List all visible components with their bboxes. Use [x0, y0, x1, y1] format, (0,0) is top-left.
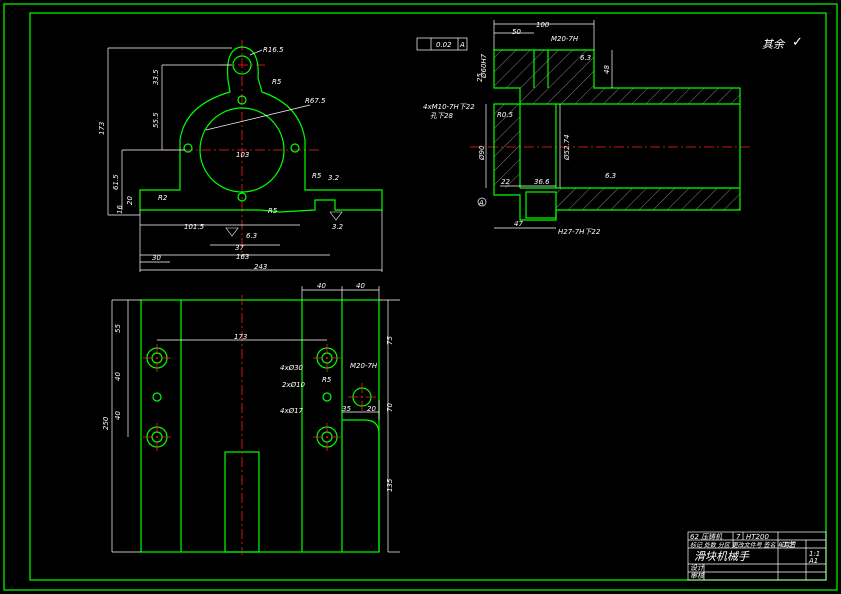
dim-243: 243 [254, 263, 267, 271]
dim-r5: R5 [322, 376, 332, 384]
title-checker: 审核 [690, 572, 705, 580]
dim-m10: 4xM10-7H下22 [423, 103, 475, 111]
dim-40: 40 [317, 282, 326, 290]
dim-173: 173 [234, 333, 247, 341]
dim-40: 40 [114, 372, 122, 381]
roughness-6-3: 6.3 [246, 232, 257, 240]
roughness-note-icon: ✓ [792, 35, 803, 50]
roughness-6-3: 6.3 [580, 54, 591, 62]
dim-r675: R67.5 [305, 97, 326, 105]
dim-h27: H27-7H下22 [558, 228, 601, 236]
dim-55-5: 55.5 [152, 112, 160, 128]
dim-61-5: 61.5 [112, 174, 120, 190]
dim-phi52-74: Ø52.74 [563, 134, 571, 161]
dim-250: 250 [102, 416, 110, 430]
dim-48: 48 [603, 65, 611, 74]
roughness-symbol [329, 211, 343, 221]
dim-37: 37 [235, 244, 244, 252]
dim-r5: R5 [312, 172, 322, 180]
small-hole-left [183, 143, 193, 153]
dim-101-5: 101.5 [184, 223, 205, 231]
dim-phi90: Ø90 [478, 145, 486, 161]
hole-ø10 [322, 392, 332, 402]
dim-103: 103 [236, 151, 249, 159]
dim-phi60: Ø60H7 [480, 53, 488, 79]
dim-55: 55 [114, 324, 122, 333]
dim-20: 20 [126, 196, 134, 205]
dim-135: 135 [386, 478, 394, 492]
dim-173: 173 [98, 122, 106, 135]
datum-label: A [478, 199, 484, 207]
roughness-6-3: 6.3 [605, 172, 616, 180]
title-designer: 设计 [690, 564, 705, 572]
dim-33-5: 33.5 [152, 69, 160, 85]
hole-callout-ø17: 4xØ17 [280, 407, 304, 415]
roughness-3-2: 3.2 [332, 223, 344, 231]
dim-r2: R2 [158, 194, 168, 202]
tolerance-value: 0.02 [436, 41, 452, 49]
dim-40: 40 [114, 411, 122, 420]
dim-16: 16 [116, 205, 124, 214]
tolerance-datum: A [459, 41, 465, 49]
small-hole-right [290, 143, 300, 153]
dim-r16: R16.5 [263, 46, 284, 54]
dim-36-6: 36.6 [534, 178, 550, 186]
dim-m20: M20-7H [350, 362, 378, 370]
title-block: 62 压铸机 7 HT200 标记 处数 分区 更改文件号 签名 年月日 滑块机… [687, 531, 827, 581]
roughness-symbol [225, 227, 239, 237]
title-part-name: 滑块机械手 [694, 550, 750, 563]
title-sheet: A1 [808, 557, 818, 565]
section-view: 100 50 M20-7H 48 25 4xM10-7H下22 孔下28 R0.… [416, 20, 750, 236]
dim-r5: R5 [268, 207, 278, 215]
dim-35: 35 [342, 405, 351, 413]
plate-outline [140, 299, 380, 553]
roughness-note: 其余 [762, 38, 786, 51]
roughness-3-2: 3.2 [328, 174, 340, 182]
dim-30: 30 [152, 254, 161, 262]
bottom-pocket [525, 191, 557, 219]
title-qty: 7 [736, 533, 741, 541]
bottom-view: 55 40 40 250 173 40 40 75 35 20 70 135 4… [102, 282, 400, 555]
title-process: 工艺 [781, 541, 796, 549]
dim-m20: M20-7H [551, 35, 579, 43]
dim-r05: R0.5 [497, 111, 514, 119]
dim-r5: R5 [272, 78, 282, 86]
dim-40: 40 [356, 282, 365, 290]
hole-ø10 [152, 392, 162, 402]
dim-m10-depth: 孔下28 [430, 112, 453, 120]
top-view: R16.5 R5 R67.5 R5 R5 R2 173 33.5 55.5 61… [98, 40, 383, 272]
dim-47: 47 [514, 220, 523, 228]
hole-callout-ø10: 2xØ10 [282, 381, 306, 389]
dim-22: 22 [501, 178, 510, 186]
dim-20: 20 [367, 405, 376, 413]
drawing-canvas: R16.5 R5 R67.5 R5 R5 R2 173 33.5 55.5 61… [3, 3, 838, 591]
dim-75: 75 [386, 336, 394, 345]
dim-50: 50 [512, 28, 521, 36]
title-row-1: 62 压铸机 [690, 533, 723, 541]
dim-70: 70 [386, 403, 394, 412]
hole-callout-ø30: 4xØ30 [280, 364, 304, 372]
dim-163: 163 [236, 253, 249, 261]
dim-100: 100 [536, 21, 550, 29]
title-material: HT200 [746, 533, 769, 541]
